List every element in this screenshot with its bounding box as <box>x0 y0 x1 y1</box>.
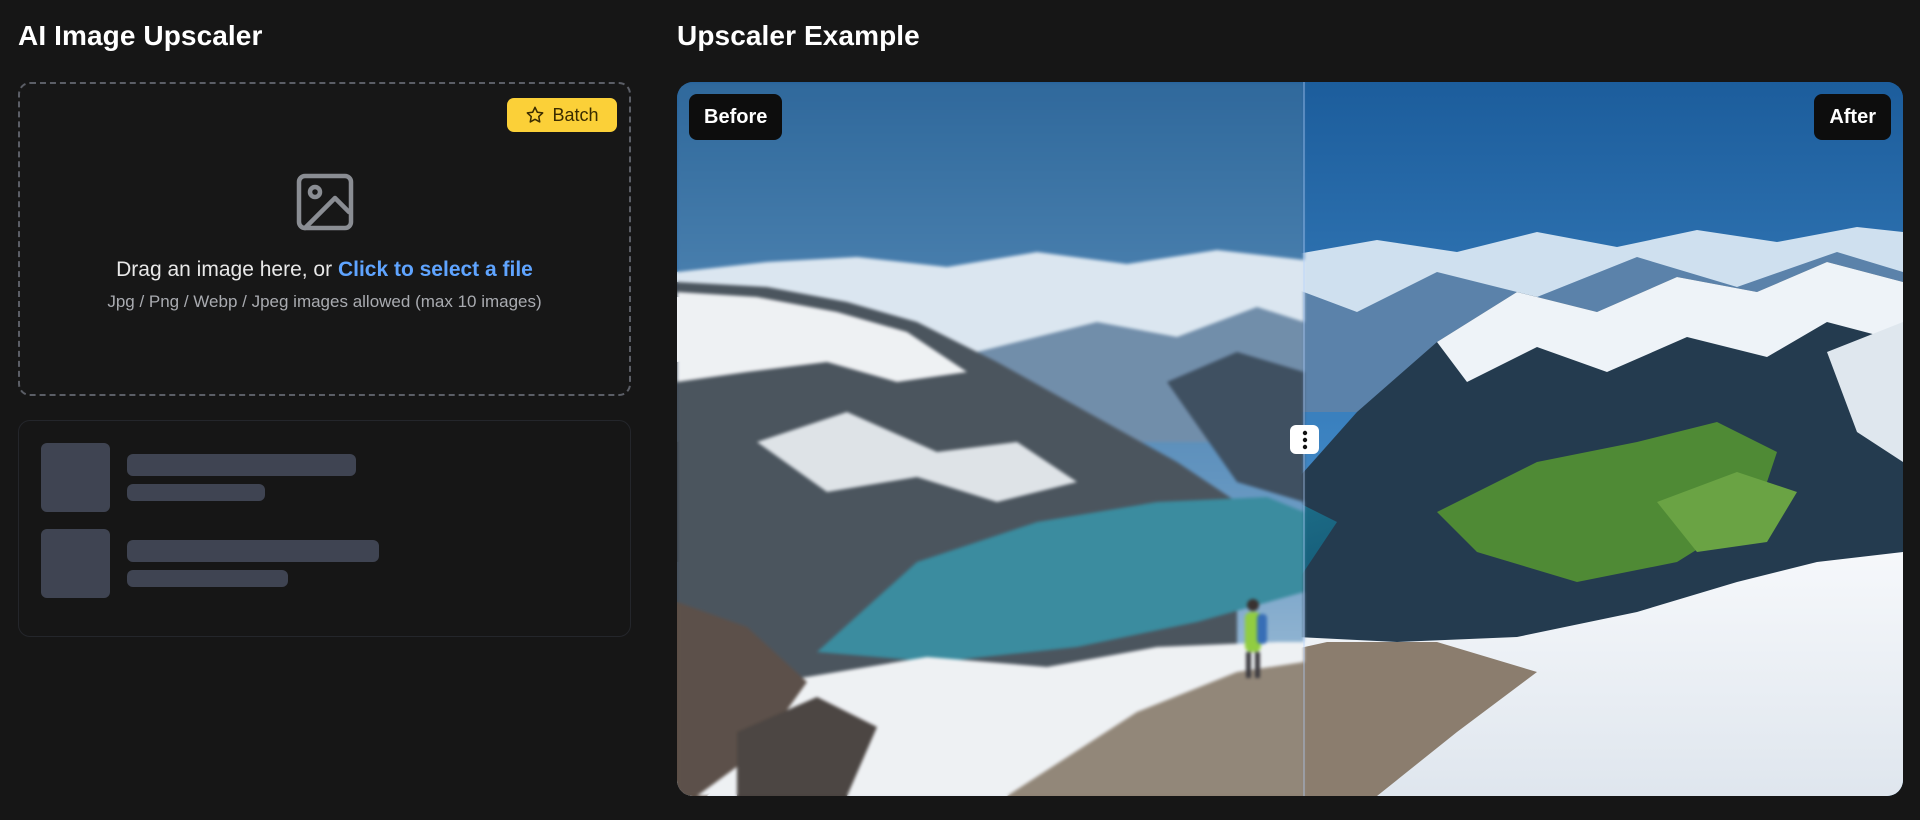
skeleton-line <box>127 540 379 562</box>
upscaler-title: AI Image Upscaler <box>18 20 263 51</box>
batch-label: Batch <box>552 104 599 125</box>
before-image <box>677 82 1304 796</box>
example-title: Upscaler Example <box>677 20 920 51</box>
image-icon <box>296 173 353 231</box>
upload-dropzone[interactable]: Batch Drag an image here, or Click to se… <box>18 82 631 396</box>
before-badge: Before <box>689 94 783 140</box>
file-list-skeleton <box>18 420 631 637</box>
skeleton-line <box>127 570 288 587</box>
after-badge: After <box>1814 94 1891 140</box>
drop-instructions: Drag an image here, or Click to select a… <box>20 258 629 282</box>
skeleton-thumbnail <box>41 443 110 512</box>
comparison-viewer[interactable]: Before After <box>677 82 1903 796</box>
star-icon <box>527 106 544 123</box>
skeleton-line <box>127 454 356 476</box>
batch-button[interactable]: Batch <box>507 98 617 132</box>
file-type-hint: Jpg / Png / Webp / Jpeg images allowed (… <box>107 292 542 311</box>
drop-text: Drag an image here, or <box>116 258 338 281</box>
skeleton-line <box>127 484 265 501</box>
skeleton-thumbnail <box>41 529 110 598</box>
comparison-slider-handle[interactable] <box>1290 425 1319 454</box>
select-file-link[interactable]: Click to select a file <box>338 258 533 281</box>
vertical-dots-icon <box>1302 430 1307 449</box>
